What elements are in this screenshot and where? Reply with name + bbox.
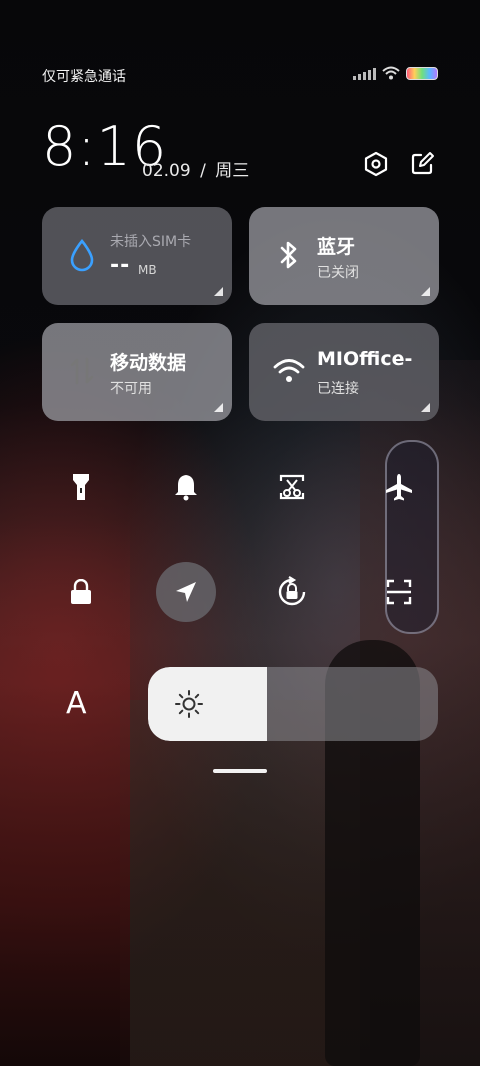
tile-expand-indicator <box>214 403 223 412</box>
wifi-icon <box>273 353 305 389</box>
carrier-status: 仅可紧急通话 <box>42 69 126 85</box>
mobile-data-tile[interactable]: 移动数据 不可用 <box>42 323 232 421</box>
wlan-network-name: MIOffice- <box>317 348 413 370</box>
data-usage-value: -- <box>110 253 131 278</box>
airplane-mode-toggle[interactable] <box>369 457 429 517</box>
date-separator: / <box>200 161 206 181</box>
bluetooth-tile[interactable]: 蓝牙 已关闭 <box>249 207 439 305</box>
edit-icon <box>411 152 434 175</box>
lock-icon <box>71 579 91 604</box>
scissors-screenshot-icon <box>279 474 305 500</box>
data-arrows-icon <box>66 353 98 389</box>
bell-icon <box>175 475 197 501</box>
settings-button[interactable] <box>360 148 392 180</box>
signal-icon <box>353 67 376 80</box>
rotation-lock-toggle[interactable] <box>262 562 322 622</box>
flashlight-icon <box>73 474 89 500</box>
notification-toggle[interactable] <box>156 457 216 517</box>
brightness-slider[interactable] <box>148 667 438 741</box>
scan-icon <box>386 579 412 605</box>
flashlight-toggle[interactable] <box>51 457 111 517</box>
bluetooth-status: 已关闭 <box>317 265 359 281</box>
rotation-lock-icon <box>278 576 306 606</box>
water-drop-icon <box>66 237 98 273</box>
mobile-data-title: 移动数据 <box>110 352 187 374</box>
data-usage-unit: MB <box>138 263 157 277</box>
wlan-status: 已连接 <box>317 381 359 397</box>
scanner-toggle[interactable] <box>369 562 429 622</box>
data-usage-tile[interactable]: 未插入SIM卡 -- MB <box>42 207 232 305</box>
font-size-button[interactable]: A <box>66 686 87 721</box>
location-toggle[interactable] <box>156 562 216 622</box>
date-value: 02.09 <box>142 161 191 181</box>
location-arrow-icon <box>176 582 196 602</box>
tile-expand-indicator <box>421 287 430 296</box>
brightness-fill <box>148 667 267 741</box>
lock-screen-toggle[interactable] <box>51 562 111 622</box>
panel-handle[interactable] <box>213 769 267 773</box>
wlan-tile[interactable]: MIOffice- 已连接 <box>249 323 439 421</box>
status-icons <box>353 66 438 80</box>
wifi-icon <box>382 66 400 80</box>
edit-button[interactable] <box>406 148 438 180</box>
airplane-icon <box>386 474 412 501</box>
screenshot-toggle[interactable] <box>262 457 322 517</box>
settings-icon <box>364 151 388 177</box>
date-text: 02.09 / 周三 <box>142 156 249 181</box>
bluetooth-title: 蓝牙 <box>317 236 356 258</box>
weekday: 周三 <box>215 161 250 181</box>
sun-icon <box>175 690 203 718</box>
bluetooth-icon <box>273 237 305 273</box>
sim-status-label: 未插入SIM卡 <box>110 234 192 250</box>
tile-expand-indicator <box>421 403 430 412</box>
tile-expand-indicator <box>214 287 223 296</box>
battery-icon <box>406 66 438 80</box>
mobile-data-status: 不可用 <box>110 381 152 397</box>
